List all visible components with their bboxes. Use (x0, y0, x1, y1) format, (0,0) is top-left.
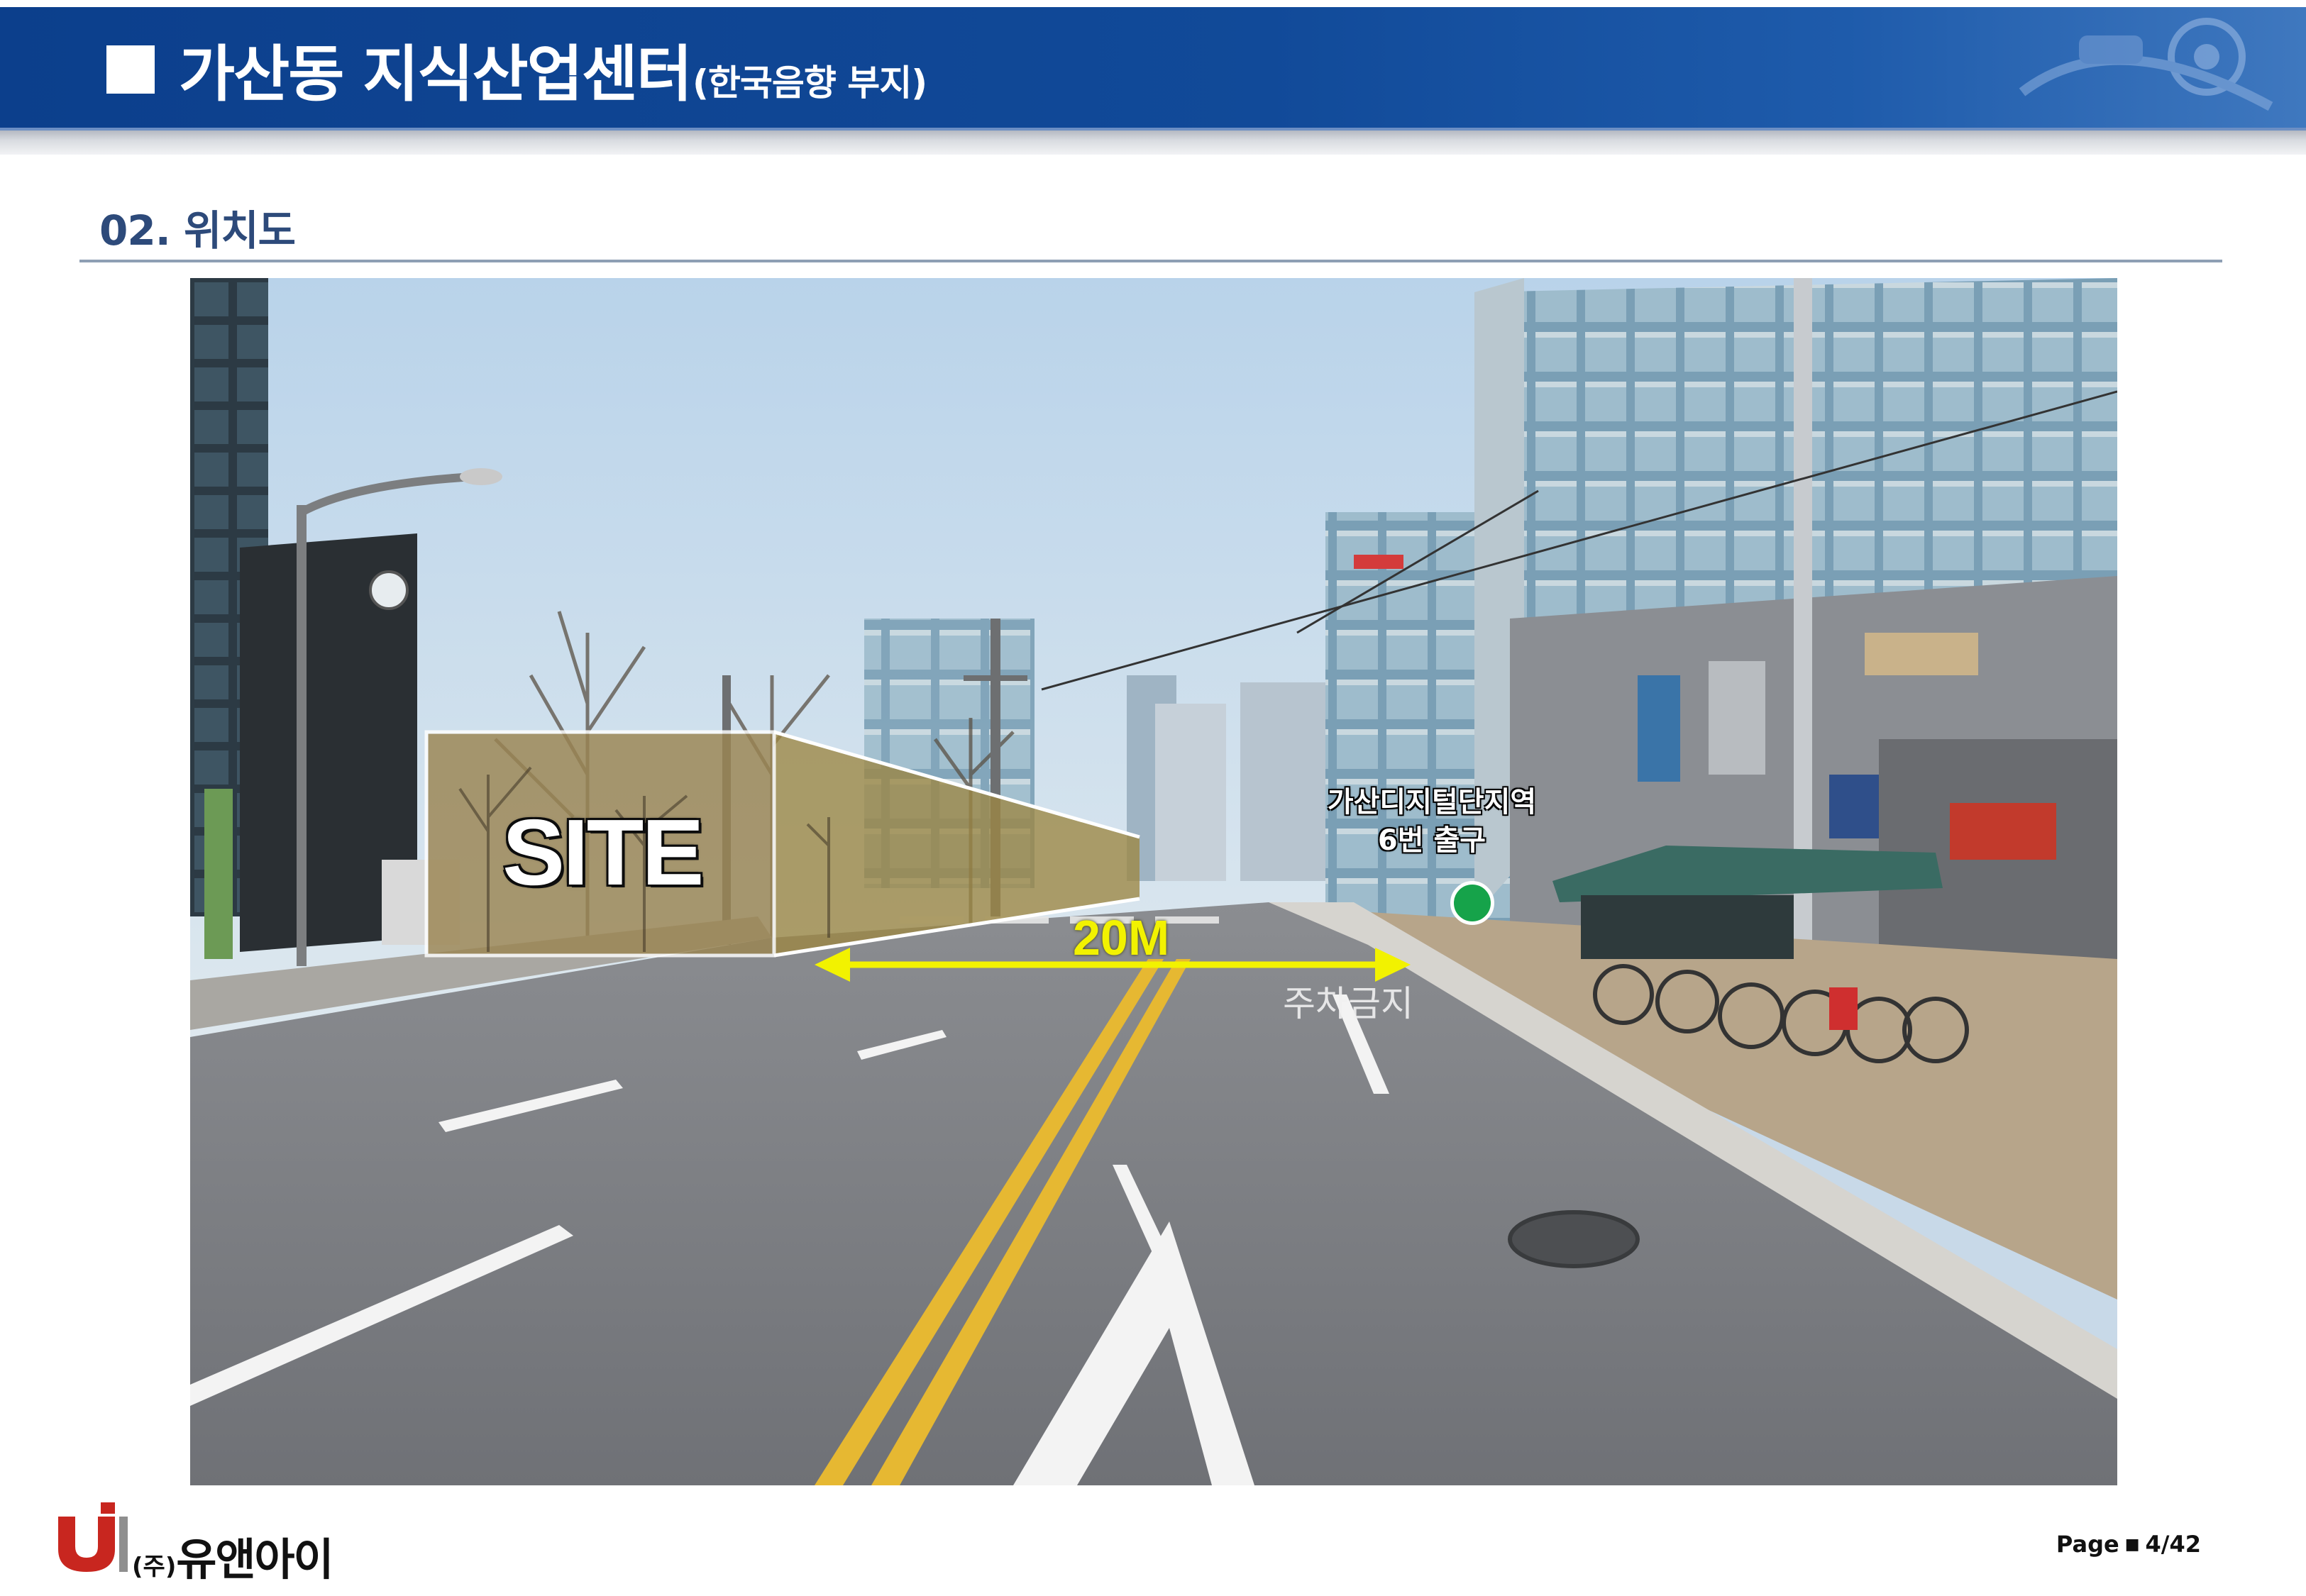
header-bullet-icon (106, 45, 155, 94)
station-exit: 6번 출구 (1377, 824, 1486, 857)
company-name: (주)유앤아이 (132, 1524, 334, 1587)
site-label: SITE (502, 800, 704, 904)
station-exit-label: 가산디지털단지역 6번 출구 (1254, 783, 1609, 860)
u-logo-icon (58, 1502, 128, 1572)
section-divider (79, 260, 2222, 262)
page-bullet-icon: ■ (2124, 1536, 2140, 1553)
street-scene: 주차금지 (190, 278, 2117, 1485)
page-title: 가산동 지식산업센터 (한국음향 부지) (179, 24, 927, 116)
road-marking-text: 주차금지 (1283, 983, 1413, 1024)
header-shadow (0, 131, 2306, 155)
company-prefix: (주) (132, 1553, 177, 1581)
station-name: 가산디지털단지역 (1327, 786, 1537, 819)
street-view-photo: 주차금지 SITE 20M 가산디지털단지역 6번 출구 (190, 278, 2117, 1485)
page-prefix: Page (2056, 1531, 2119, 1558)
distance-label: 20M (1073, 910, 1170, 965)
page-indicator: Page ■ 4/42 (2056, 1531, 2201, 1558)
page-number: 4/42 (2145, 1531, 2201, 1558)
station-location-marker-icon (1450, 881, 1494, 925)
header-decoration-icon (2019, 18, 2273, 111)
page-title-subtitle: (한국음향 부지) (693, 62, 927, 104)
page-title-main: 가산동 지식산업센터 (179, 39, 693, 110)
company-logo: (주)유앤아이 (54, 1502, 352, 1585)
section-heading: 02. 위치도 (99, 206, 296, 255)
company-name-text: 유앤아이 (176, 1534, 333, 1585)
